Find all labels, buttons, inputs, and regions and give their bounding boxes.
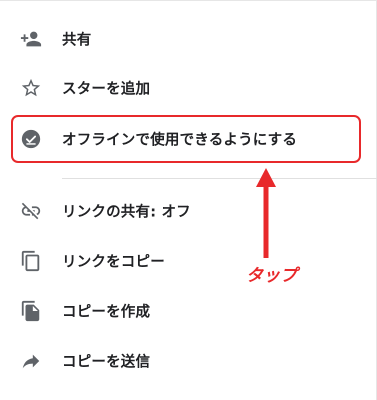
file-copy-icon: [20, 300, 42, 322]
menu-item-label: リンクをコピー: [62, 254, 165, 271]
star-outline-icon: [20, 77, 42, 99]
menu-item-share[interactable]: 共有: [0, 15, 377, 63]
menu-item-link-sharing[interactable]: リンクの共有: オフ: [0, 187, 377, 235]
link-off-icon: [20, 200, 42, 222]
menu-item-label: 共有: [62, 32, 92, 49]
menu-item-label: コピーを作成: [62, 304, 151, 321]
menu-item-label: スターを追加: [62, 81, 151, 98]
add-person-icon: [20, 28, 42, 50]
top-divider: [0, 0, 377, 1]
menu-item-send-copy[interactable]: コピーを送信: [0, 337, 377, 385]
highlight-box: [11, 115, 361, 163]
menu-item-make-copy[interactable]: コピーを作成: [0, 287, 377, 335]
tap-label: タップ: [246, 266, 297, 286]
menu-item-copy-link[interactable]: リンクをコピー: [0, 237, 377, 285]
copy-icon: [20, 250, 42, 272]
share-arrow-icon: [20, 350, 42, 372]
section-divider: [62, 178, 377, 179]
menu-item-add-star[interactable]: スターを追加: [0, 64, 377, 112]
menu-item-label: コピーを送信: [62, 354, 151, 371]
menu-item-label: リンクの共有: オフ: [62, 204, 191, 221]
